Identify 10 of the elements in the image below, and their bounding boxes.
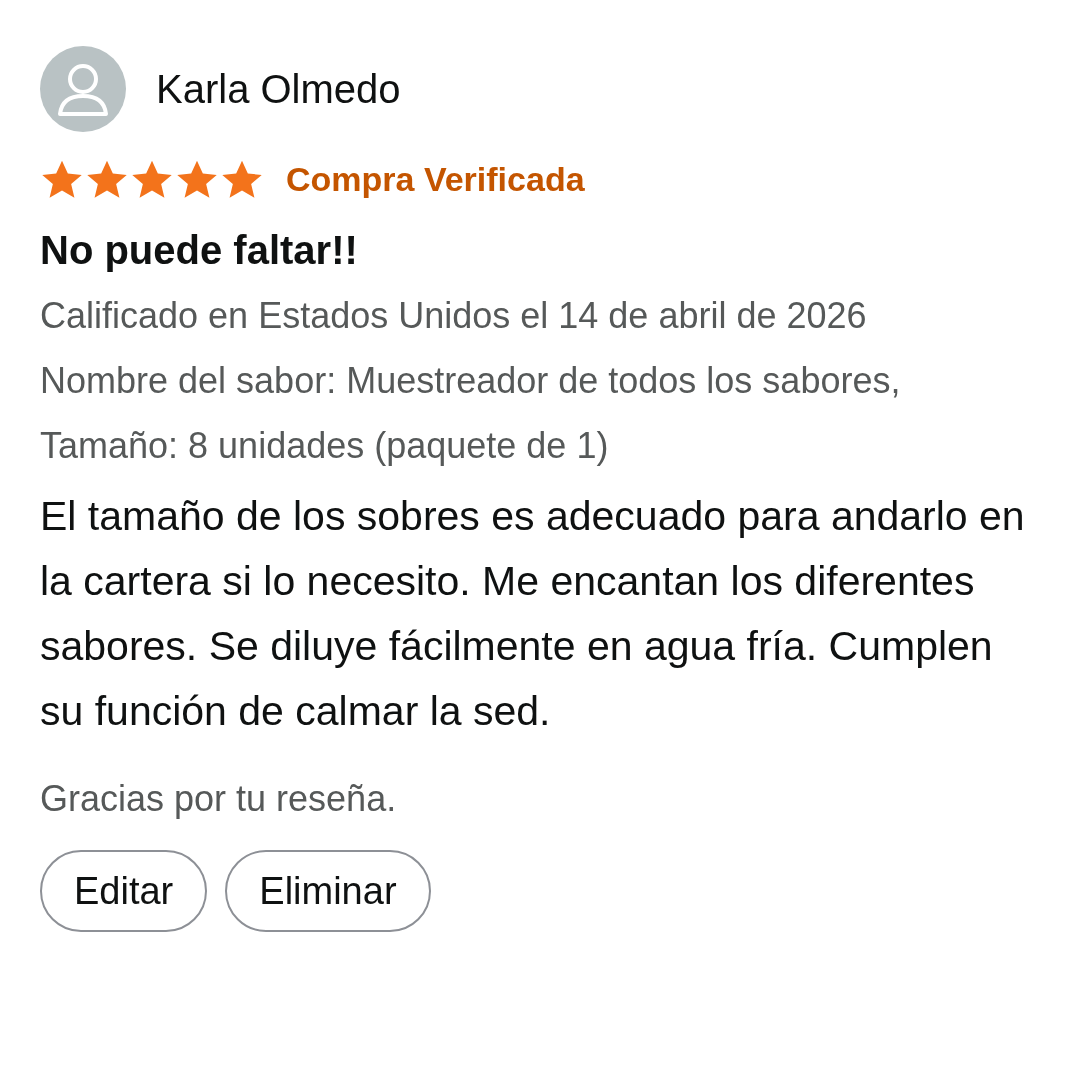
thanks-message: Gracias por tu reseña. (40, 777, 398, 821)
review-meta: Calificado en Estados Unidos el 14 de abril de 2026 (40, 294, 868, 338)
reviewer-name: Karla Olmedo (156, 66, 401, 113)
action-button[interactable]: Editar (40, 850, 208, 932)
review-title: No puede faltar!! (40, 227, 359, 274)
avatar-icon (40, 46, 126, 132)
action-button[interactable]: Eliminar (225, 850, 431, 932)
review-text: El tamaño de los sobres es adecuado para andarlo en la cartera si lo necesito. Me encantan los diferentes sabores. Se diluye fácilmente en agua fría. Cumplen su función de calmar la sed. (40, 492, 1026, 736)
verified-purchase-label: Compra Verificada (286, 159, 585, 200)
review-meta: Nombre del sabor: Muestreador de todos los sabores, Tamaño: 8 unidades (paquete de 1) (40, 359, 902, 468)
